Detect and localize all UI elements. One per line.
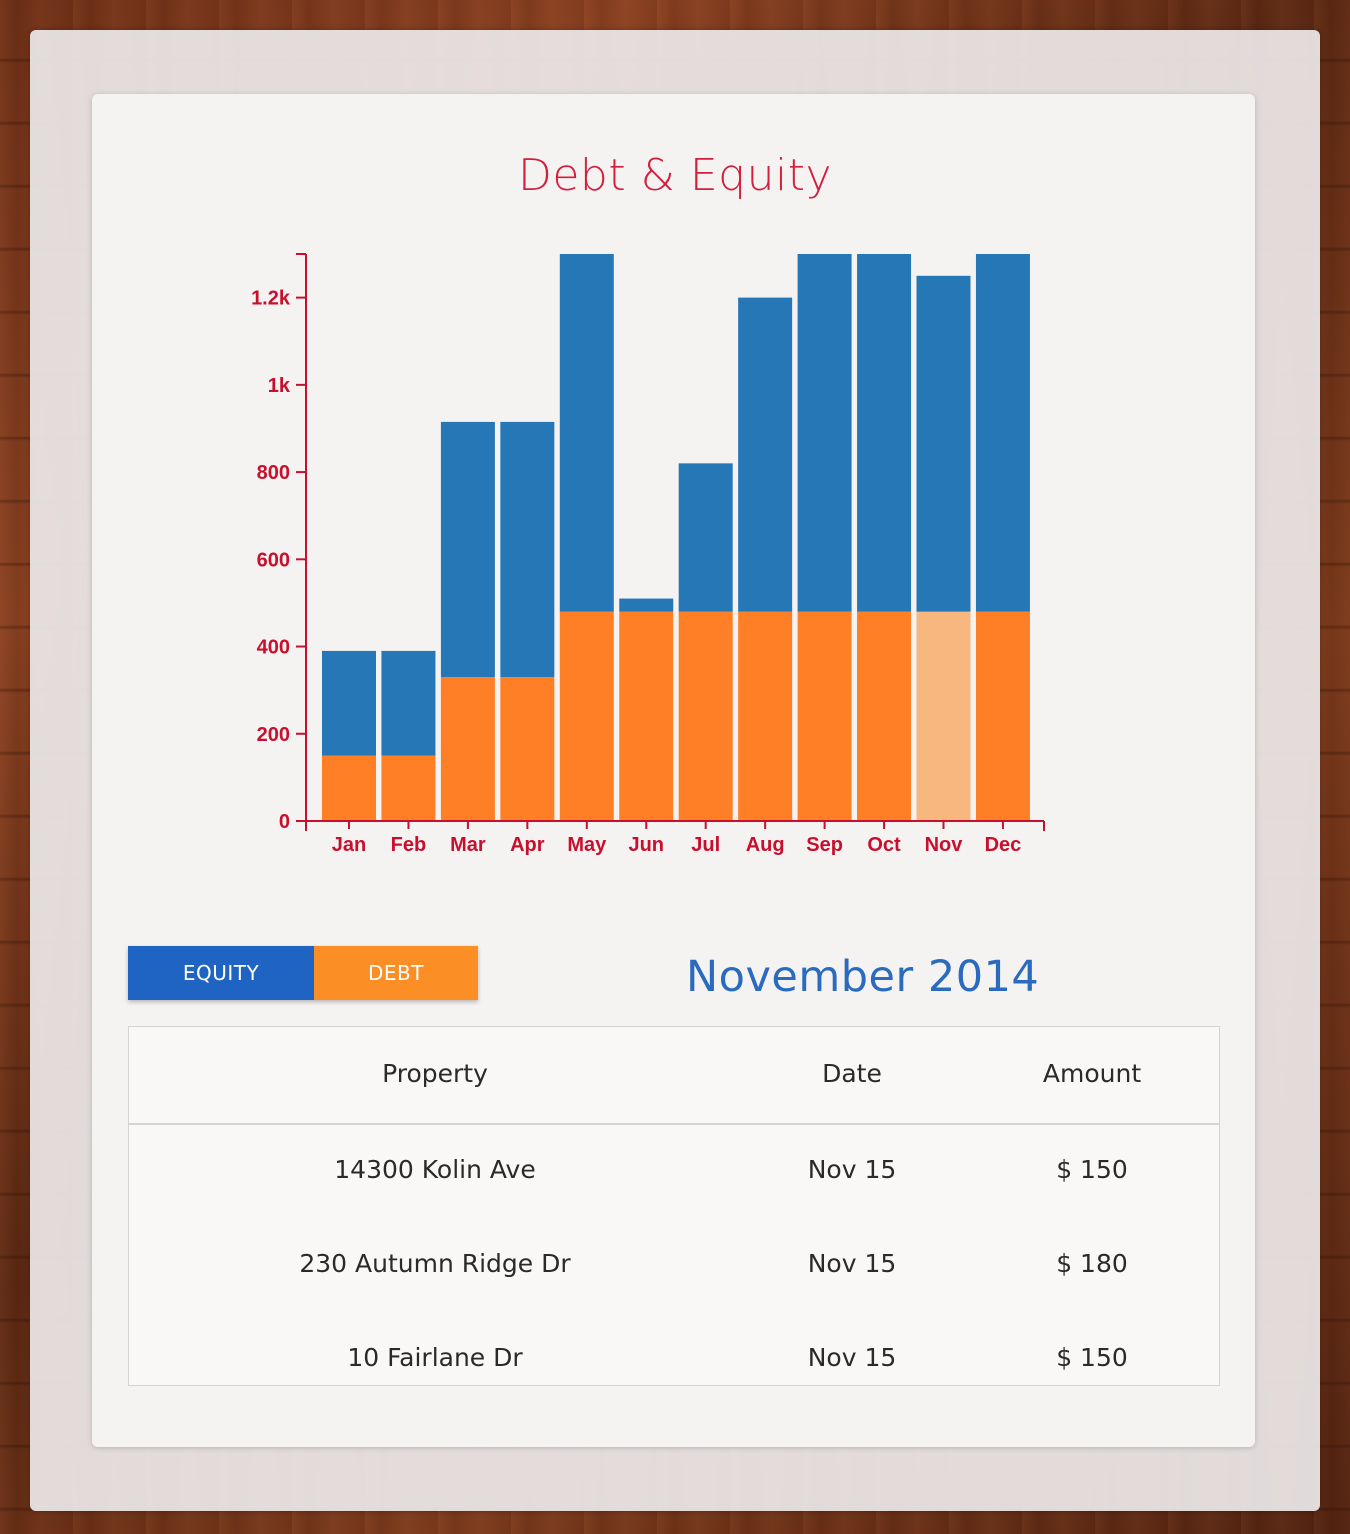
transactions-table: Property Date Amount 14300 Kolin Ave Nov… (128, 1026, 1220, 1386)
y-tick-label-400: 400 (257, 637, 290, 659)
x-tick-label-may: May (567, 834, 607, 856)
row-date: Nov 15 (807, 1249, 897, 1278)
x-tick-label-jan: Jan (332, 834, 366, 856)
bar-equity-dec[interactable] (975, 254, 1030, 612)
x-tick-label-aug: Aug (746, 834, 785, 856)
y-tick-label-600: 600 (257, 549, 290, 571)
bar-equity-apr[interactable] (500, 421, 555, 678)
bar-equity-nov[interactable] (916, 275, 971, 612)
table-header: Property Date Amount (129, 1027, 1219, 1125)
series-toggle: EQUITY DEBT (128, 946, 478, 1000)
header-property[interactable]: Property (235, 1059, 635, 1088)
y-tick-label-0: 0 (279, 811, 290, 833)
bar-debt-apr[interactable] (500, 677, 555, 821)
y-tick-label-200: 200 (257, 724, 290, 746)
bar-equity-aug[interactable] (738, 297, 793, 612)
x-tick-label-oct: Oct (867, 834, 901, 856)
bar-equity-jan[interactable] (322, 650, 376, 756)
period-title: November 2014 (686, 952, 1040, 1002)
bar-debt-sep[interactable] (797, 611, 852, 821)
bar-equity-jul[interactable] (678, 463, 733, 612)
row-amount: $ 150 (1056, 1155, 1128, 1184)
x-tick-label-jul: Jul (691, 834, 720, 856)
row-amount: $ 180 (1056, 1249, 1128, 1278)
bar-equity-jun[interactable] (619, 598, 674, 612)
equity-toggle-button[interactable]: EQUITY (128, 946, 314, 1000)
bar-debt-nov[interactable] (916, 611, 971, 821)
x-tick-label-nov: Nov (925, 834, 964, 856)
y-tick-label-800: 800 (257, 462, 290, 484)
row-property: 10 Fairlane Dr (347, 1343, 523, 1372)
bar-debt-jan[interactable] (322, 755, 376, 821)
row-date: Nov 15 (807, 1343, 897, 1372)
y-tick-label-1200: 1.2k (251, 288, 291, 310)
bar-equity-feb[interactable] (381, 650, 436, 756)
row-property: 230 Autumn Ridge Dr (299, 1249, 571, 1278)
x-tick-label-apr: Apr (510, 834, 545, 856)
header-date[interactable]: Date (752, 1059, 952, 1088)
x-tick-label-jun: Jun (628, 834, 664, 856)
y-tick-label-1000: 1k (268, 375, 291, 397)
bar-equity-mar[interactable] (440, 421, 495, 678)
bar-debt-jul[interactable] (678, 611, 733, 821)
x-tick-label-feb: Feb (391, 834, 427, 856)
bar-equity-oct[interactable] (857, 254, 912, 612)
debt-equity-chart: 0 200 400 600 800 1k 1.2k Jan Feb Mar Apr May Jun Jul… (251, 253, 1045, 856)
bar-debt-jun[interactable] (619, 611, 674, 821)
bar-debt-aug[interactable] (738, 611, 793, 821)
x-tick-label-sep: Sep (806, 834, 843, 856)
bar-debt-mar[interactable] (440, 677, 495, 821)
row-date: Nov 15 (807, 1155, 897, 1184)
header-amount[interactable]: Amount (992, 1059, 1192, 1088)
bar-debt-oct[interactable] (857, 611, 912, 821)
bar-debt-feb[interactable] (381, 755, 436, 821)
row-amount: $ 150 (1056, 1343, 1128, 1372)
x-tick-label-mar: Mar (450, 834, 486, 856)
bar-debt-may[interactable] (559, 611, 614, 821)
row-property: 14300 Kolin Ave (334, 1155, 536, 1184)
bar-equity-sep[interactable] (797, 254, 852, 612)
bar-debt-dec[interactable] (975, 611, 1030, 821)
bar-equity-may[interactable] (559, 254, 614, 612)
debt-toggle-button[interactable]: DEBT (314, 946, 478, 1000)
x-tick-label-dec: Dec (985, 834, 1022, 856)
